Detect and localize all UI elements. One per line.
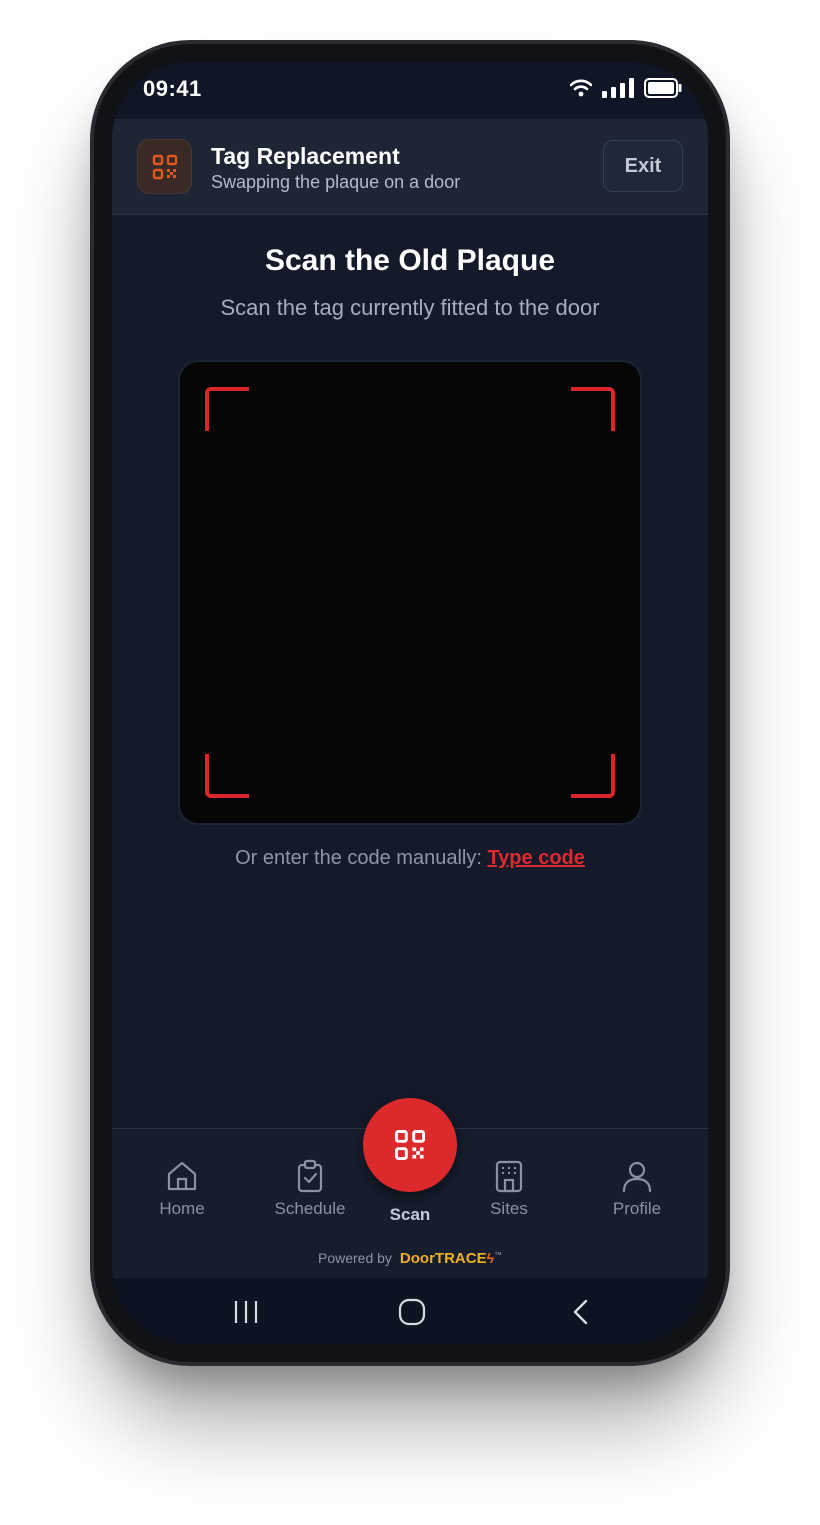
android-nav-bar [112, 1278, 708, 1344]
qr-code-icon [137, 139, 192, 194]
header-title: Tag Replacement [211, 143, 400, 169]
home-icon [167, 1161, 197, 1191]
wifi-icon [570, 79, 592, 97]
doortrace-logo: DoorTRACE [399, 1250, 487, 1267]
powered-by-text: Powered by [317, 1250, 392, 1266]
page-subtitle: Scan the tag currently fitted to the doo… [220, 295, 600, 320]
app-header: Tag Replacement Swapping the plaque on a… [112, 119, 708, 215]
user-icon [622, 1161, 652, 1193]
exit-button[interactable]: Exit [603, 140, 683, 192]
flame-icon: ϟ [486, 1250, 495, 1266]
page-title: Scan the Old Plaque [264, 244, 556, 277]
scan-button[interactable] [363, 1098, 457, 1192]
recent-apps-icon[interactable] [232, 1298, 260, 1326]
viewfinder-corner-top-left [205, 387, 249, 431]
nav-label-scan: Scan [389, 1205, 431, 1224]
building-icon [495, 1160, 523, 1193]
battery-icon [644, 78, 682, 98]
nav-label-profile: Profile [612, 1199, 662, 1218]
manual-entry-row: Or enter the code manually: Type code [112, 847, 708, 870]
nav-label-schedule: Schedule [274, 1199, 346, 1218]
clipboard-check-icon [297, 1159, 323, 1193]
status-time: 09:41 [143, 76, 202, 101]
manual-entry-prefix: Or enter the code manually: [235, 847, 482, 869]
nav-label-sites: Sites [490, 1199, 528, 1218]
powered-by-footer: Powered by DoorTRACEϟ™ [112, 1250, 708, 1267]
status-bar: 09:41 [112, 62, 708, 119]
home-button-icon[interactable] [398, 1298, 426, 1326]
header-subtitle: Swapping the plaque on a door [211, 172, 461, 192]
nav-item-sites[interactable]: Sites [454, 1159, 564, 1219]
viewfinder-corner-bottom-right [571, 754, 615, 798]
qr-code-icon [394, 1129, 426, 1161]
type-code-link[interactable]: Type code [487, 847, 584, 869]
viewfinder-corner-bottom-left [205, 754, 249, 798]
nav-item-profile[interactable]: Profile [582, 1159, 692, 1219]
phone-screen: 09:41 Tag Replacement Swapping the plaqu… [112, 62, 708, 1344]
signal-icon [602, 78, 634, 98]
nav-item-schedule[interactable]: Schedule [255, 1159, 365, 1219]
nav-label-home: Home [159, 1199, 205, 1218]
viewfinder-corner-top-right [571, 387, 615, 431]
status-icons [570, 78, 682, 98]
camera-viewfinder[interactable] [178, 360, 642, 825]
nav-item-home[interactable]: Home [127, 1159, 237, 1219]
trademark-symbol: ™ [494, 1250, 503, 1260]
back-icon[interactable] [568, 1298, 596, 1326]
